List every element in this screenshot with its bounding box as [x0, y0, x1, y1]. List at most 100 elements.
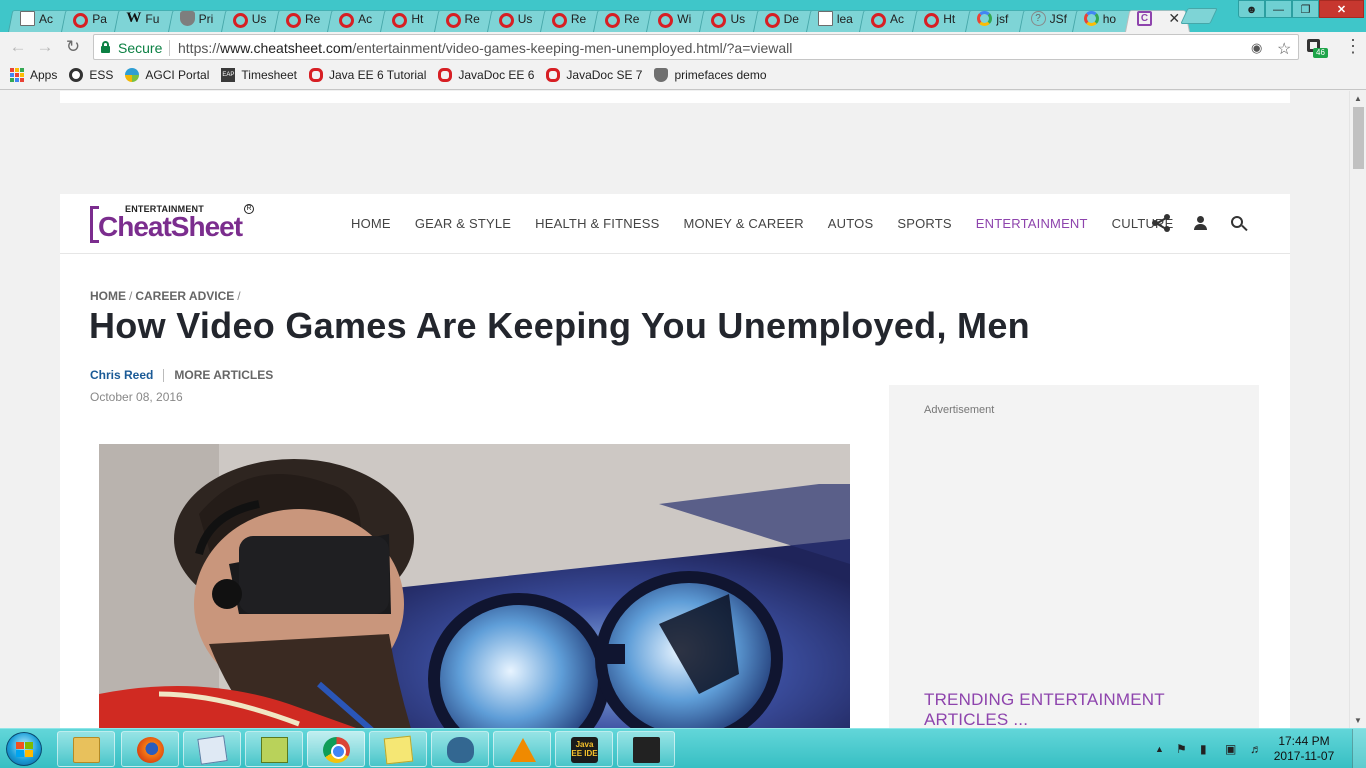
browser-tab[interactable]: Ac: [327, 6, 393, 32]
author-link[interactable]: Chris Reed: [90, 368, 153, 382]
browser-tab[interactable]: Re: [433, 6, 499, 32]
shield-favicon-icon: [179, 11, 195, 26]
bookmark-apps[interactable]: Apps: [10, 68, 57, 82]
browser-tab[interactable]: De: [752, 6, 818, 32]
browser-tab[interactable]: W Fu: [114, 6, 180, 32]
more-articles-link[interactable]: MORE ARTICLES: [174, 368, 273, 382]
trending-heading[interactable]: TRENDING ENTERTAINMENT ARTICLES ...: [924, 690, 1204, 728]
article-title: How Video Games Are Keeping You Unemploy…: [89, 305, 1030, 346]
start-button[interactable]: [6, 732, 42, 766]
taskbar-vlc-button[interactable]: [493, 731, 551, 767]
browser-tab[interactable]: Pri: [167, 6, 233, 32]
blocked-content-icon[interactable]: ◉: [1251, 40, 1262, 56]
browser-tab[interactable]: Pa: [61, 6, 127, 32]
lock-icon: [101, 41, 110, 53]
tab-active[interactable]: C ✕: [1124, 6, 1191, 32]
url-text[interactable]: https://www.cheatsheet.com/entertainment…: [178, 40, 792, 56]
taskbar-firefox-button[interactable]: [121, 731, 179, 767]
bookmark-agci-portal[interactable]: AGCI Portal: [125, 68, 209, 82]
bookmark-star-icon[interactable]: ☆: [1277, 39, 1291, 59]
breadcrumb-home[interactable]: HOME: [90, 289, 126, 303]
tab-title: ho: [1102, 12, 1117, 26]
nav-home[interactable]: HOME: [351, 216, 391, 231]
show-desktop-button[interactable]: [1352, 729, 1366, 768]
nav-sports[interactable]: SPORTS: [897, 216, 951, 231]
taskbar-notepad-plus-plus-button[interactable]: [245, 731, 303, 767]
nav-health-fitness[interactable]: HEALTH & FITNESS: [535, 216, 659, 231]
bookmark-javadoc-ee-6[interactable]: JavaDoc EE 6: [438, 68, 534, 82]
show-hidden-icons-icon[interactable]: ▲: [1155, 744, 1164, 754]
site-container: ENTERTAINMENT CheatSheet R HOME GEAR & ST…: [60, 194, 1290, 728]
forward-button[interactable]: →: [35, 37, 55, 57]
share-icon[interactable]: [1152, 214, 1172, 234]
bookmark-java-ee-6-tutorial[interactable]: Java EE 6 Tutorial: [308, 68, 426, 82]
bookmark-javadoc-se-7[interactable]: JavaDoc SE 7: [546, 68, 642, 82]
reload-button[interactable]: ↻: [63, 37, 83, 57]
article-hero-image: [99, 444, 850, 728]
bookmark-ess[interactable]: ESS: [69, 68, 113, 82]
browser-tab[interactable]: Re: [273, 6, 340, 32]
nav-gear-style[interactable]: GEAR & STYLE: [415, 216, 511, 231]
browser-tab[interactable]: Re: [539, 6, 606, 32]
browser-tab[interactable]: Us: [220, 6, 286, 32]
oracle-favicon-icon: [605, 13, 621, 28]
minimize-button[interactable]: —: [1265, 0, 1292, 18]
browser-menu-icon[interactable]: ⋮: [1344, 36, 1362, 56]
browser-toolbar: ← → ↻ Secure https://www.cheatsheet.com/…: [0, 32, 1366, 62]
tab-title: Ac: [890, 12, 905, 26]
browser-tab[interactable]: ho: [1071, 6, 1137, 32]
browser-tab[interactable]: Ht: [912, 6, 978, 32]
bookmark-label: Timesheet: [241, 68, 297, 82]
browser-tab[interactable]: Us: [699, 6, 765, 32]
tab-title: JSf: [1049, 12, 1067, 26]
scroll-down-arrow-icon[interactable]: ▼: [1354, 716, 1362, 725]
taskbar-file-explorer-button[interactable]: [57, 731, 115, 767]
action-center-icon[interactable]: ⚑: [1176, 742, 1187, 756]
browser-tab[interactable]: Ac: [8, 6, 74, 32]
scroll-up-arrow-icon[interactable]: ▲: [1354, 94, 1362, 103]
address-bar[interactable]: Secure https://www.cheatsheet.com/entert…: [93, 34, 1299, 60]
volume-icon[interactable]: ♬: [1250, 742, 1262, 756]
network-icon[interactable]: ▣: [1225, 742, 1236, 756]
browser-tab[interactable]: Wi: [646, 6, 712, 32]
scrollbar-thumb[interactable]: [1353, 107, 1364, 169]
taskbar-java-ee-ide-button[interactable]: Java EE IDE: [555, 731, 613, 767]
taskbar-inkscape-button[interactable]: [617, 731, 675, 767]
taskbar-chrome-button[interactable]: [307, 731, 365, 767]
bookmark-primefaces-demo[interactable]: primefaces demo: [654, 68, 767, 82]
tab-title: Re: [570, 12, 587, 26]
nav-entertainment[interactable]: ENTERTAINMENT: [976, 216, 1088, 231]
browser-tab[interactable]: Ht: [380, 6, 446, 32]
wikipedia-favicon-icon: W: [126, 10, 142, 26]
page-scrollbar[interactable]: ▲ ▼: [1349, 91, 1366, 728]
maximize-button[interactable]: ❐: [1292, 0, 1319, 18]
breadcrumb-career-advice[interactable]: CAREER ADVICE: [135, 289, 234, 303]
nav-money-career[interactable]: MONEY & CAREER: [683, 216, 803, 231]
taskbar-sticky-notes-button[interactable]: [369, 731, 427, 767]
bookmark-timesheet[interactable]: EAP Timesheet: [221, 68, 297, 82]
windows-logo-icon: [16, 742, 33, 757]
browser-tab[interactable]: lea: [805, 6, 871, 32]
close-tab-icon[interactable]: ✕: [1168, 10, 1180, 26]
new-tab-button[interactable]: [1180, 8, 1218, 24]
browser-tab[interactable]: Ac: [859, 6, 925, 32]
extension-icon[interactable]: 46: [1307, 39, 1328, 58]
profile-icon[interactable]: ☻: [1238, 0, 1265, 18]
sticky-notes-icon: [383, 735, 414, 765]
browser-tab[interactable]: Us: [486, 6, 552, 32]
close-window-button[interactable]: ✕: [1319, 0, 1364, 18]
clock-time: 17:44 PM: [1278, 734, 1330, 748]
oracle-favicon-icon: [551, 13, 567, 28]
system-clock[interactable]: 17:44 PM 2017-11-07: [1268, 734, 1340, 764]
taskbar-pgadmin-button[interactable]: [431, 731, 489, 767]
search-icon[interactable]: [1229, 214, 1249, 234]
browser-tab[interactable]: jsf: [965, 6, 1031, 32]
account-icon[interactable]: [1191, 214, 1211, 234]
back-button[interactable]: ←: [8, 37, 28, 57]
browser-tab[interactable]: Re: [593, 6, 659, 32]
usb-device-icon[interactable]: ▮: [1200, 742, 1207, 756]
nav-autos[interactable]: AUTOS: [828, 216, 874, 231]
taskbar-notepad-button[interactable]: [183, 731, 241, 767]
browser-tab[interactable]: ? JSf: [1018, 6, 1084, 32]
site-logo[interactable]: ENTERTAINMENT CheatSheet R: [90, 202, 254, 244]
